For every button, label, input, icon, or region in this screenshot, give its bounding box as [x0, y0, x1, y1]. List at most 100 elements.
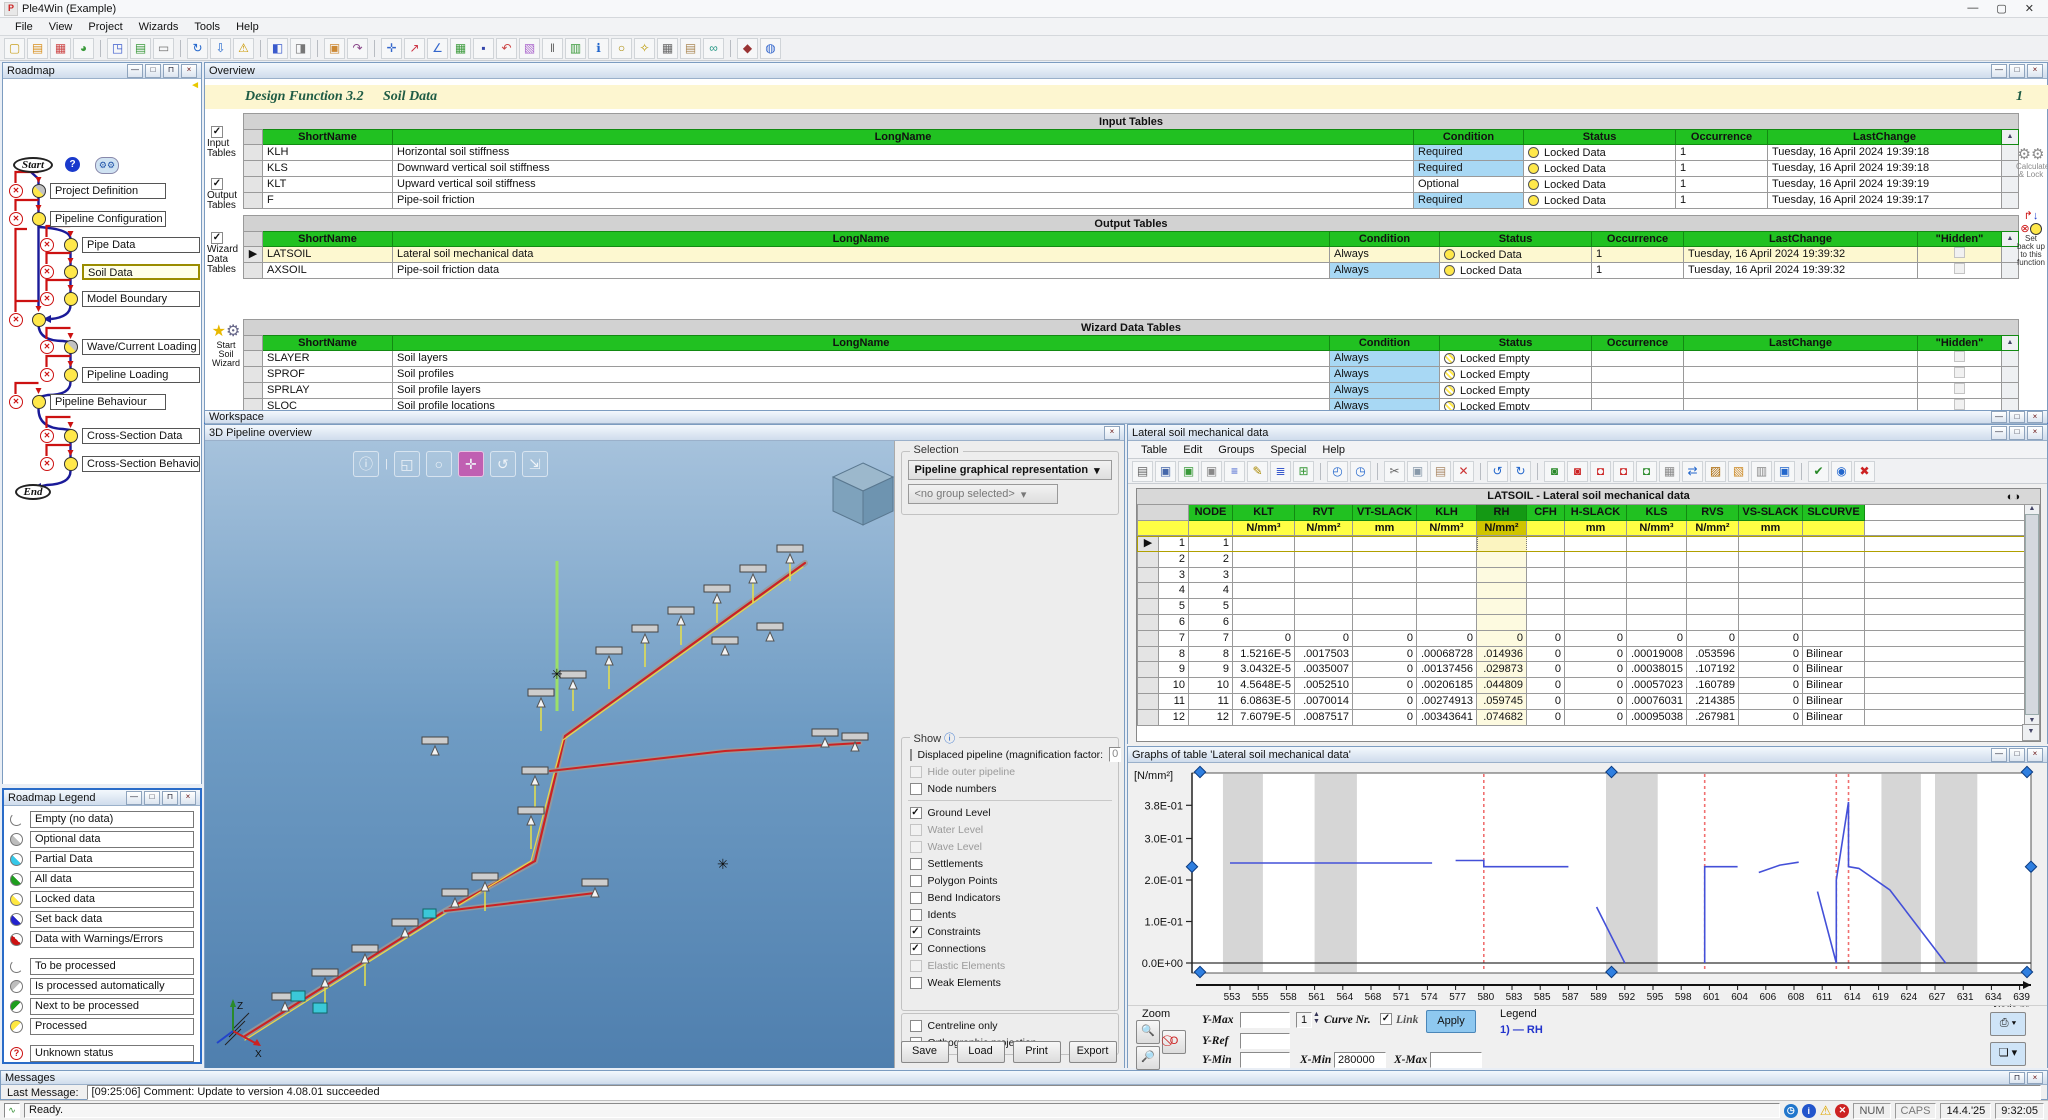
menu-item-wizards[interactable]: Wizards	[132, 20, 186, 34]
export2-icon[interactable]: ▣	[1774, 461, 1795, 482]
gears-icon[interactable]: ⚙⚙	[95, 157, 119, 174]
print-button[interactable]: Print	[1013, 1041, 1061, 1063]
insert-icon[interactable]: ⊞	[1293, 461, 1314, 482]
undo-edit-icon[interactable]: ↺	[1487, 461, 1508, 482]
col-occurrence[interactable]: Occurrence	[1676, 129, 1768, 145]
hidden-checkbox[interactable]	[1954, 263, 1965, 274]
roadmap-item-model-boundary-setback-icon[interactable]: ✕	[40, 292, 54, 306]
key-icon[interactable]: ✧	[634, 38, 655, 59]
col-lastchange[interactable]: LastChange	[1768, 129, 2002, 145]
graphs-maximize-button[interactable]: □	[2009, 748, 2025, 762]
show-checkbox[interactable]	[910, 749, 912, 761]
zoom-window-icon[interactable]: ◱	[394, 451, 420, 477]
col-longname[interactable]: LongName	[393, 129, 1414, 145]
roadmap-item-pipeline-behaviour-setback-icon[interactable]: ✕	[9, 395, 23, 409]
roadmap-close-button[interactable]: ×	[181, 64, 197, 78]
help-books-icon[interactable]: ◆	[737, 38, 758, 59]
overview-close-button[interactable]: ×	[2027, 64, 2043, 78]
latsoil-row[interactable]: 993.0432E-5.00350070.00137456.02987300.0…	[1137, 662, 2040, 678]
roadmap-item-pipeline-configuration[interactable]: Pipeline Configuration	[50, 211, 166, 227]
fit-view-icon[interactable]: ⇲	[522, 451, 548, 477]
project-window-icon[interactable]: ◳	[107, 38, 128, 59]
report-icon[interactable]: ▣	[324, 38, 345, 59]
multi-graph-icon[interactable]: ∠	[427, 38, 448, 59]
show-checkbox[interactable]	[910, 783, 922, 795]
calculator-icon[interactable]: ▦	[657, 38, 678, 59]
error-status-icon[interactable]: ✕	[1835, 1104, 1849, 1118]
first-record-icon[interactable]: ◴	[1327, 461, 1348, 482]
show-checkbox[interactable]	[910, 807, 922, 819]
delete-icon[interactable]: ✕	[1453, 461, 1474, 482]
lock1-icon[interactable]: ◘	[1590, 461, 1611, 482]
edit-row-icon[interactable]: ✎	[1247, 461, 1268, 482]
col-status[interactable]: Status	[1524, 129, 1676, 145]
latsoil-col-rvt[interactable]: RVT	[1295, 505, 1353, 521]
table-row[interactable]: KLHHorizontal soil stiffnessRequiredLock…	[243, 145, 2019, 161]
workspace-maximize-button[interactable]: □	[2009, 411, 2025, 423]
graphs-minimize-button[interactable]: —	[1991, 748, 2007, 762]
roadmap-item-cross-section-data-setback-icon[interactable]: ✕	[40, 429, 54, 443]
show-checkbox[interactable]	[910, 926, 922, 938]
menu-item-project[interactable]: Project	[81, 20, 129, 34]
projection-checkbox[interactable]	[910, 1020, 922, 1032]
grid2-icon[interactable]: ▦	[1659, 461, 1680, 482]
roadmap-item-cross-section-behaviour-setback-icon[interactable]: ✕	[40, 457, 54, 471]
latsoil-row[interactable]: 44	[1137, 583, 2040, 599]
link-icon[interactable]: ∞	[703, 38, 724, 59]
latsoil-scroll-corner[interactable]: ▼	[2022, 724, 2040, 741]
table-row[interactable]: FPipe-soil frictionRequiredLocked Data1T…	[243, 193, 2019, 209]
roadmap-item-pipeline-behaviour[interactable]: Pipeline Behaviour	[50, 394, 166, 410]
latsoil-vertical-scrollbar[interactable]: ▲▼	[2024, 504, 2040, 725]
roadmap-item-pipeline-configuration-setback-icon[interactable]: ✕	[9, 212, 23, 226]
roadmap-item-pipe-data[interactable]: Pipe Data	[82, 237, 200, 253]
latsoil-col-slcurve[interactable]: SLCURVE	[1803, 505, 1865, 521]
overview-maximize-button[interactable]: □	[2009, 64, 2025, 78]
roadmap-item-cross-section-behaviour[interactable]: Cross-Section Behaviour	[82, 456, 200, 472]
report-table-icon[interactable]: ▣	[1201, 461, 1222, 482]
roadmap-item-project-definition-setback-icon[interactable]: ✕	[9, 184, 23, 198]
more-rows-icon[interactable]: ≣	[1270, 461, 1291, 482]
abort-icon[interactable]: ✖	[1854, 461, 1875, 482]
workspace-minimize-button[interactable]: —	[1991, 411, 2007, 423]
col-status[interactable]: Status	[1440, 335, 1592, 351]
show-checkbox[interactable]	[910, 943, 922, 955]
zoom-icon[interactable]: ○	[426, 451, 452, 477]
roadmap-item-wave-current-loading-setback-icon[interactable]: ✕	[40, 340, 54, 354]
col-lastchange[interactable]: LastChange	[1684, 231, 1918, 247]
magnification-factor-field[interactable]: 0	[1109, 747, 1121, 762]
graph-icon[interactable]: ↗	[404, 38, 425, 59]
table-menu-item-help[interactable]: Help	[1315, 443, 1352, 457]
table-row[interactable]: SLAYERSoil layersAlwaysLocked Empty	[243, 351, 2019, 367]
new-file-icon[interactable]: ▢	[4, 38, 25, 59]
wizard-tables-checkbox[interactable]	[211, 232, 223, 244]
curve-icon[interactable]: ▨	[1705, 461, 1726, 482]
col-longname[interactable]: LongName	[393, 335, 1330, 351]
viewer-canvas[interactable]: ✳ ✳	[205, 441, 894, 1068]
legend-minimize-button[interactable]: —	[126, 791, 142, 805]
hidden-checkbox[interactable]	[1954, 351, 1965, 362]
hidden-checkbox[interactable]	[1954, 367, 1965, 378]
col-longname[interactable]: LongName	[393, 231, 1330, 247]
show-checkbox[interactable]	[910, 841, 922, 853]
table-row[interactable]: ▶LATSOILLateral soil mechanical dataAlwa…	[243, 247, 2019, 263]
col-occurrence[interactable]: Occurrence	[1592, 231, 1684, 247]
apply-button[interactable]: Apply	[1426, 1010, 1476, 1033]
link-checkbox[interactable]	[1380, 1013, 1392, 1025]
table-icon[interactable]: ▥	[565, 38, 586, 59]
messages-pin-button[interactable]: ⊓	[2009, 1072, 2025, 1084]
latsoil-row[interactable]: ▶11	[1137, 536, 2040, 552]
show-checkbox[interactable]	[910, 892, 922, 904]
save-view-icon[interactable]: ▪	[473, 38, 494, 59]
vertical-ruler-icon[interactable]: ‖	[542, 38, 563, 59]
datatable-close-button[interactable]: ×	[2027, 426, 2043, 440]
info-status-icon[interactable]: i	[1802, 1104, 1816, 1118]
roadmap-item-project-definition[interactable]: Project Definition	[50, 183, 166, 199]
undo-icon[interactable]: ↶	[496, 38, 517, 59]
output-tables-checkbox[interactable]	[211, 178, 223, 190]
chart3-icon[interactable]: ▧	[1728, 461, 1749, 482]
roadmap-start-node[interactable]: Start	[13, 157, 53, 173]
latsoil-row[interactable]: 770000000000	[1137, 631, 2040, 647]
latsoil-row[interactable]: 33	[1137, 568, 2040, 584]
download-icon[interactable]: ⇩	[210, 38, 231, 59]
latsoil-row[interactable]: 55	[1137, 599, 2040, 615]
